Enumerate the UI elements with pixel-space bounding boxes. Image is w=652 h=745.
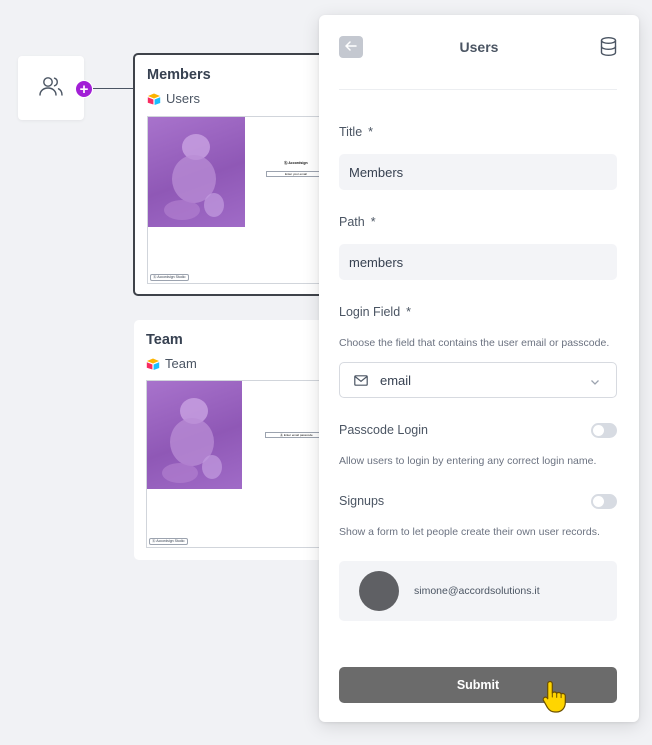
screen-preview: Ⓐ Accordsign Enter your email Ⓐ Accordsi… (147, 116, 331, 284)
card-source-name: Team (165, 356, 197, 371)
preview-image (148, 117, 245, 227)
airtable-icon (147, 93, 161, 105)
card-title: Team (146, 332, 183, 348)
signups-label: Signups (339, 494, 385, 508)
login-field-value: email (380, 372, 412, 388)
path-input[interactable]: members (339, 244, 617, 280)
screen-card-team[interactable]: Team Team Ⓐ Enter email passcode Ⓐ Accor… (134, 320, 334, 560)
plus-icon: + (79, 80, 89, 98)
screen-card-members[interactable]: Members Users Ⓐ Accordsign Enter your em… (133, 53, 333, 296)
airtable-icon (146, 358, 160, 370)
login-field-label: Login Field * (339, 305, 412, 319)
passcode-login-help: Allow users to login by entering any cor… (339, 455, 597, 467)
avatar (359, 571, 399, 611)
hand-pointer-icon (542, 679, 568, 718)
connector-line (93, 88, 135, 89)
preview-field: Enter your email (266, 171, 322, 177)
title-label: Title * (339, 125, 374, 139)
required-mark: * (368, 125, 374, 139)
user-email: simone@accordsolutions.it (414, 585, 540, 597)
login-field-help: Choose the field that contains the user … (339, 337, 610, 349)
passcode-login-toggle[interactable] (591, 423, 617, 438)
passcode-login-label: Passcode Login (339, 423, 428, 437)
users-icon (38, 75, 64, 102)
signups-help: Show a form to let people create their o… (339, 526, 600, 538)
user-account-box: simone@accordsolutions.it (339, 561, 617, 621)
card-title: Members (147, 67, 211, 83)
panel-divider (339, 89, 617, 90)
required-mark: * (370, 215, 376, 229)
chevron-down-icon (590, 374, 600, 389)
mail-icon (354, 374, 368, 386)
submit-button[interactable]: Submit (339, 667, 617, 703)
card-source: Team (146, 356, 197, 371)
required-mark: * (406, 305, 412, 319)
preview-image (147, 381, 242, 489)
add-node-button[interactable]: + (75, 80, 93, 98)
preview-badge: Ⓐ Accordsign Studio (149, 538, 188, 545)
preview-badge: Ⓐ Accordsign Studio (150, 274, 189, 281)
users-settings-panel: Users Title * Members Path * members Login… (319, 15, 639, 722)
login-field-select[interactable]: email (339, 362, 617, 398)
panel-title: Users (459, 39, 499, 55)
screen-preview: Ⓐ Enter email passcode Ⓐ Accordsign Stud… (146, 380, 332, 548)
card-source: Users (147, 91, 200, 106)
path-label: Path * (339, 215, 376, 229)
signups-toggle[interactable] (591, 494, 617, 509)
title-input[interactable]: Members (339, 154, 617, 190)
preview-brand: Ⓐ Accordsign (284, 161, 308, 165)
preview-field: Ⓐ Enter email passcode (265, 432, 321, 438)
card-source-name: Users (166, 91, 200, 106)
database-icon[interactable] (600, 37, 617, 61)
